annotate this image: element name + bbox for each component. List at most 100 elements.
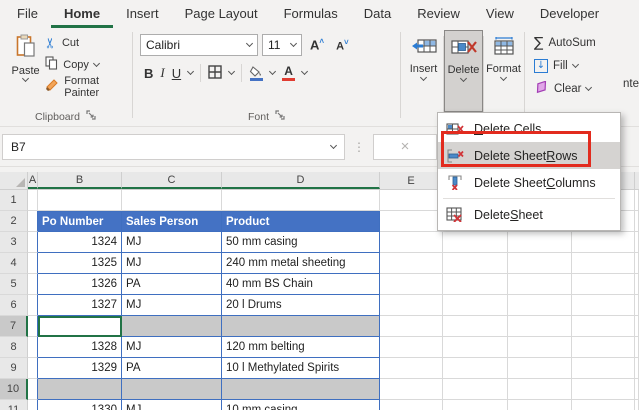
cell[interactable]: [122, 316, 222, 337]
cell[interactable]: [28, 232, 38, 253]
row-header-4[interactable]: 4: [0, 253, 28, 274]
cancel-button[interactable]: ×: [373, 134, 437, 160]
cell[interactable]: [572, 337, 635, 358]
table-header-product[interactable]: Product: [222, 211, 380, 232]
underline-dropdown-icon[interactable]: [187, 68, 194, 75]
borders-dropdown-icon[interactable]: [228, 68, 235, 75]
font-dialog-launcher-icon[interactable]: [275, 110, 285, 123]
cell[interactable]: [28, 190, 38, 211]
cell[interactable]: [28, 295, 38, 316]
italic-button[interactable]: I: [160, 65, 164, 81]
select-all-button[interactable]: [0, 172, 28, 189]
cell[interactable]: [572, 253, 635, 274]
cell[interactable]: [222, 379, 380, 400]
cell[interactable]: [380, 190, 443, 211]
cell[interactable]: [572, 379, 635, 400]
tab-insert[interactable]: Insert: [113, 1, 172, 28]
cell[interactable]: [28, 337, 38, 358]
fill-button[interactable]: ↓ Fill: [534, 57, 596, 74]
tab-developer[interactable]: Developer: [527, 1, 612, 28]
tab-review[interactable]: Review: [404, 1, 473, 28]
cell[interactable]: [222, 316, 380, 337]
cell-product[interactable]: 10 mm casing: [222, 400, 380, 410]
cell[interactable]: [443, 232, 508, 253]
cell[interactable]: [380, 232, 443, 253]
row-header-7[interactable]: 7: [0, 316, 28, 337]
cut-button[interactable]: ✂ Cut: [45, 34, 131, 51]
cell[interactable]: [122, 190, 222, 211]
cell[interactable]: [28, 253, 38, 274]
cell[interactable]: [122, 379, 222, 400]
cell[interactable]: [508, 337, 572, 358]
cell[interactable]: [28, 274, 38, 295]
row-header-1[interactable]: 1: [0, 190, 28, 211]
table-header-sales-person[interactable]: Sales Person: [122, 211, 222, 232]
menu-item-delete-sheet-columns[interactable]: Delete Sheet Columns: [438, 169, 620, 196]
cell[interactable]: [443, 253, 508, 274]
cell[interactable]: [380, 295, 443, 316]
cell[interactable]: [443, 379, 508, 400]
column-header-c[interactable]: C: [122, 172, 222, 189]
cell-sales[interactable]: MJ: [122, 337, 222, 358]
font-color-dropdown-icon[interactable]: [301, 68, 308, 75]
cell[interactable]: [380, 337, 443, 358]
cell-po[interactable]: 1327: [38, 295, 122, 316]
tab-formulas[interactable]: Formulas: [271, 1, 351, 28]
cell[interactable]: [222, 190, 380, 211]
cell[interactable]: [28, 358, 38, 379]
cell-sales[interactable]: MJ: [122, 400, 222, 410]
cell-product[interactable]: 50 mm casing: [222, 232, 380, 253]
row-header-2[interactable]: 2: [0, 211, 28, 232]
column-header-a[interactable]: A: [28, 172, 38, 189]
borders-button[interactable]: [208, 65, 222, 82]
font-name-combo[interactable]: Calibri: [140, 34, 258, 56]
row-header-9[interactable]: 9: [0, 358, 28, 379]
table-header-po-number[interactable]: Po Number: [38, 211, 122, 232]
tab-data[interactable]: Data: [351, 1, 404, 28]
cell[interactable]: [28, 379, 38, 400]
menu-item-delete-sheet[interactable]: Delete Sheet: [438, 201, 620, 228]
active-cell-b7[interactable]: [38, 316, 122, 337]
cell[interactable]: [38, 379, 122, 400]
cell[interactable]: [443, 274, 508, 295]
clear-button[interactable]: Clear: [534, 80, 596, 97]
cell[interactable]: [572, 358, 635, 379]
cell[interactable]: [508, 400, 572, 410]
cell[interactable]: [380, 400, 443, 410]
cell[interactable]: [443, 316, 508, 337]
cell-po[interactable]: 1324: [38, 232, 122, 253]
cell-sales[interactable]: PA: [122, 358, 222, 379]
format-dropdown-icon[interactable]: [500, 74, 507, 81]
clipboard-dialog-launcher-icon[interactable]: [86, 110, 96, 123]
row-header-8[interactable]: 8: [0, 337, 28, 358]
cell[interactable]: [572, 232, 635, 253]
delete-dropdown-icon[interactable]: [460, 75, 467, 82]
cell-product[interactable]: 240 mm metal sheeting: [222, 253, 380, 274]
column-header-b[interactable]: B: [38, 172, 122, 189]
tab-view[interactable]: View: [473, 1, 527, 28]
cell-po[interactable]: 1329: [38, 358, 122, 379]
cell[interactable]: [572, 400, 635, 410]
paste-button[interactable]: Paste: [6, 30, 45, 95]
cell[interactable]: [380, 211, 443, 232]
cell[interactable]: [572, 274, 635, 295]
font-color-button[interactable]: A: [282, 65, 295, 81]
formula-bar-resize-handle[interactable]: ⋮: [353, 140, 365, 154]
grow-font-button[interactable]: A˄: [306, 37, 328, 52]
insert-dropdown-icon[interactable]: [420, 74, 427, 81]
cell-po[interactable]: 1326: [38, 274, 122, 295]
tab-file[interactable]: File: [4, 1, 51, 28]
name-box[interactable]: B7: [2, 134, 345, 160]
cell-sales[interactable]: MJ: [122, 232, 222, 253]
cell-po[interactable]: 1328: [38, 337, 122, 358]
cell-product[interactable]: 10 l Methylated Spirits: [222, 358, 380, 379]
cell[interactable]: [38, 190, 122, 211]
cell-product[interactable]: 120 mm belting: [222, 337, 380, 358]
font-size-combo[interactable]: 11: [262, 34, 302, 56]
row-header-11[interactable]: 11: [0, 400, 28, 410]
tab-home[interactable]: Home: [51, 1, 113, 28]
cell-product[interactable]: 20 l Drums: [222, 295, 380, 316]
cell[interactable]: [572, 295, 635, 316]
copy-dropdown-icon[interactable]: [93, 59, 100, 66]
cell[interactable]: [443, 337, 508, 358]
